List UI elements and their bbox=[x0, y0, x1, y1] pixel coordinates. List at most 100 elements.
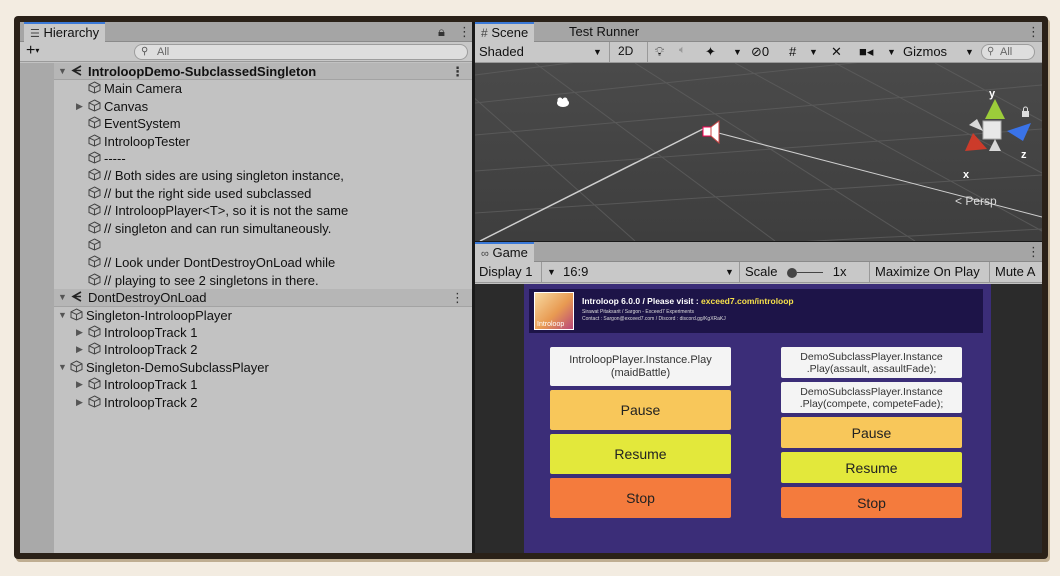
tab-scene-label: Scene bbox=[491, 25, 529, 40]
gameobject-icon bbox=[88, 134, 101, 151]
tree-item[interactable]: Main Camera bbox=[54, 80, 472, 97]
kebab-menu-icon[interactable]: ⋮ bbox=[1027, 244, 1040, 260]
tree-item-label: // Both sides are using singleton instan… bbox=[104, 168, 344, 184]
effects-icon[interactable]: ✦ bbox=[705, 44, 716, 60]
tree-item[interactable]: ▼ Singleton-DemoSubclassPlayer bbox=[54, 359, 472, 376]
play-maid-battle-button[interactable]: IntroloopPlayer.Instance.Play (maidBattl… bbox=[550, 347, 731, 386]
axis-label-y: y bbox=[989, 88, 996, 100]
chevron-down-icon[interactable]: ▼ bbox=[733, 47, 742, 57]
tree-item[interactable] bbox=[54, 237, 472, 254]
banner-link[interactable]: exceed7.com/introloop bbox=[701, 296, 794, 306]
slider-handle[interactable] bbox=[787, 267, 798, 278]
display-dropdown[interactable]: Display 1 bbox=[479, 264, 532, 279]
slider-track bbox=[797, 272, 824, 274]
lighting-icon[interactable]: 💡︎ bbox=[655, 44, 664, 60]
expand-arrow-icon[interactable]: ▼ bbox=[58, 289, 67, 306]
chevron-down-icon[interactable]: ▼ bbox=[593, 47, 602, 57]
tab-hierarchy[interactable]: ☰ Hierarchy bbox=[24, 22, 106, 43]
tree-item-label: IntroloopTrack 1 bbox=[104, 377, 198, 393]
resume-button-right[interactable]: Resume bbox=[781, 452, 962, 483]
divider bbox=[989, 262, 990, 283]
mute-audio-toggle[interactable]: Mute A bbox=[995, 264, 1035, 279]
chevron-down-icon[interactable]: ▼ bbox=[887, 47, 896, 57]
hierarchy-search-input[interactable]: ⚲ All bbox=[134, 44, 468, 60]
tree-item[interactable]: // but the right side used subclassed bbox=[54, 185, 472, 202]
divider bbox=[739, 262, 740, 283]
gizmos-button[interactable]: Gizmos bbox=[903, 44, 947, 59]
tree-item[interactable]: ▶ IntroloopTrack 1 bbox=[54, 324, 472, 341]
aspect-dropdown[interactable]: 16:9 bbox=[563, 264, 588, 279]
tree-item[interactable]: IntroloopTester bbox=[54, 133, 472, 150]
grid-snap-icon[interactable]: # bbox=[789, 44, 796, 59]
expand-arrow-icon[interactable]: ▼ bbox=[58, 359, 67, 376]
expand-arrow-icon[interactable]: ▶ bbox=[76, 324, 83, 341]
tab-game[interactable]: ∞ Game bbox=[475, 242, 534, 263]
maximize-on-play-toggle[interactable]: Maximize On Play bbox=[875, 264, 980, 279]
scene-row[interactable]: ▼ DontDestroyOnLoad ⋮ bbox=[54, 289, 472, 307]
play-assault-button[interactable]: DemoSubclassPlayer.Instance .Play(assaul… bbox=[781, 347, 962, 378]
chevron-down-icon[interactable]: ▼ bbox=[725, 267, 734, 277]
tree-item-label: IntroloopTester bbox=[104, 133, 190, 149]
search-icon: ⚲ bbox=[987, 46, 995, 57]
chevron-down-icon: ▾ bbox=[35, 46, 40, 55]
axis-label-z: z bbox=[1021, 149, 1027, 161]
scene-row[interactable]: ▼ IntroloopDemo-SubclassedSingleton ⋮ bbox=[54, 63, 472, 81]
kebab-menu-icon[interactable]: ⋮ bbox=[451, 289, 464, 306]
persp-label[interactable]: < Persp bbox=[955, 194, 997, 208]
expand-arrow-icon[interactable]: ▶ bbox=[76, 394, 83, 411]
tree-item-label: Singleton-IntroloopPlayer bbox=[86, 307, 232, 323]
kebab-menu-icon[interactable]: ⋮ bbox=[458, 24, 471, 40]
tree-item-label: Singleton-DemoSubclassPlayer bbox=[86, 359, 269, 375]
tree-item[interactable]: ▶ Canvas bbox=[54, 98, 472, 115]
kebab-menu-icon[interactable]: ⋮ bbox=[451, 63, 464, 80]
tree-item[interactable]: ▶ IntroloopTrack 1 bbox=[54, 376, 472, 393]
stop-button-left[interactable]: Stop bbox=[550, 478, 731, 518]
scene-viewport[interactable]: y z x < Persp bbox=[475, 63, 1042, 241]
mode-2d-button[interactable]: 2D bbox=[618, 44, 633, 58]
chevron-down-icon[interactable]: ▼ bbox=[809, 47, 818, 57]
tree-item[interactable]: ----- bbox=[54, 150, 472, 167]
banner-title-prefix: Introloop 6.0.0 / Please visit : bbox=[582, 296, 702, 306]
gameobject-icon bbox=[88, 238, 101, 255]
expand-arrow-icon[interactable]: ▶ bbox=[76, 98, 83, 115]
tree-item[interactable]: ▼ Singleton-IntroloopPlayer bbox=[54, 307, 472, 324]
lock-icon[interactable]: 🔒︎ bbox=[438, 24, 445, 40]
add-button[interactable]: +▾ bbox=[26, 43, 39, 59]
scale-label: Scale bbox=[745, 264, 778, 279]
display-label: Display 1 bbox=[479, 264, 533, 279]
tab-test-runner[interactable]: Test Runner bbox=[563, 22, 645, 43]
tree-item-label: IntroloopDemo-SubclassedSingleton bbox=[88, 64, 317, 79]
tree-item-label: // IntroloopPlayer<T>, so it is not the … bbox=[104, 203, 349, 219]
gameobject-icon bbox=[88, 168, 101, 185]
pause-button-left[interactable]: Pause bbox=[550, 390, 731, 430]
tree-item[interactable]: // Both sides are using singleton instan… bbox=[54, 167, 472, 184]
pause-button-right[interactable]: Pause bbox=[781, 417, 962, 448]
expand-arrow-icon[interactable]: ▼ bbox=[58, 63, 67, 80]
tree-item[interactable]: // singleton and can run simultaneously. bbox=[54, 220, 472, 237]
resume-button-left[interactable]: Resume bbox=[550, 434, 731, 474]
play-compete-button[interactable]: DemoSubclassPlayer.Instance .Play(compet… bbox=[781, 382, 962, 413]
tree-item[interactable]: ▶ IntroloopTrack 2 bbox=[54, 341, 472, 358]
expand-arrow-icon[interactable]: ▶ bbox=[76, 341, 83, 358]
tab-scene[interactable]: # Scene bbox=[475, 22, 535, 43]
scene-search-input[interactable]: ⚲ All bbox=[981, 44, 1035, 60]
tree-item[interactable]: ▶ IntroloopTrack 2 bbox=[54, 394, 472, 411]
draw-mode-dropdown[interactable]: Shaded bbox=[479, 44, 524, 59]
camera-icon[interactable]: ■◂ bbox=[859, 44, 873, 60]
expand-arrow-icon[interactable]: ▼ bbox=[58, 307, 67, 324]
divider bbox=[869, 262, 870, 283]
tree-item[interactable]: EventSystem bbox=[54, 115, 472, 132]
hidden-objects-icon[interactable]: ⊘0 bbox=[751, 44, 769, 60]
tree-item[interactable]: // playing to see 2 singletons in there. bbox=[54, 272, 472, 289]
stop-button-right[interactable]: Stop bbox=[781, 487, 962, 518]
scale-slider[interactable]: Scale 1x bbox=[745, 264, 847, 279]
tools-icon[interactable]: ✕ bbox=[831, 44, 842, 60]
gameobject-icon bbox=[88, 273, 101, 290]
tree-item[interactable]: // IntroloopPlayer<T>, so it is not the … bbox=[54, 202, 472, 219]
kebab-menu-icon[interactable]: ⋮ bbox=[1027, 24, 1040, 40]
tree-item[interactable]: // Look under DontDestroyOnLoad while bbox=[54, 254, 472, 271]
gameobject-icon bbox=[88, 186, 101, 203]
audio-icon[interactable]: 🔈︎ bbox=[679, 44, 686, 57]
expand-arrow-icon[interactable]: ▶ bbox=[76, 376, 83, 393]
chevron-down-icon[interactable]: ▼ bbox=[965, 47, 974, 57]
